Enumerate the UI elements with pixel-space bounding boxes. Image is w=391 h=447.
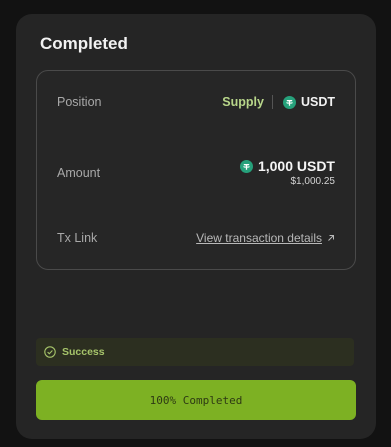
amount-value-group: 1,000 USDT $1,000.25: [239, 158, 336, 187]
position-token: USDT: [300, 95, 335, 109]
progress-completed-button[interactable]: 100% Completed: [36, 380, 356, 420]
position-row: Position Supply USDT: [57, 95, 335, 109]
tx-row: Tx Link View transaction details: [57, 231, 335, 245]
progress-label: 100% Completed: [149, 393, 243, 407]
position-value: Supply USDT: [222, 95, 335, 109]
tether-icon: [282, 95, 296, 109]
amount-main: 1,000 USDT: [239, 158, 335, 174]
tether-icon: [239, 159, 253, 173]
panel-title: Completed: [40, 34, 128, 53]
amount-label: Amount: [57, 166, 101, 180]
check-circle-icon: [44, 346, 56, 358]
tx-link-text: View transaction details: [196, 231, 322, 245]
amount-value: 1,000 USDT: [257, 158, 335, 174]
success-banner: Success: [36, 338, 354, 366]
position-action: Supply: [222, 95, 264, 109]
position-label: Position: [57, 95, 102, 109]
success-text: Success: [62, 346, 105, 358]
arrow-up-right-icon: [327, 234, 335, 242]
details-card: Position Supply USDT Amount 1,000 USDT $…: [36, 70, 356, 270]
completed-panel: Completed Position Supply USDT Amount 1,…: [16, 14, 376, 439]
amount-row: Amount 1,000 USDT $1,000.25: [57, 158, 335, 187]
position-divider: [271, 95, 273, 109]
amount-usd: $1,000.25: [290, 176, 336, 187]
view-transaction-link[interactable]: View transaction details: [196, 231, 335, 245]
tx-label: Tx Link: [57, 231, 98, 245]
